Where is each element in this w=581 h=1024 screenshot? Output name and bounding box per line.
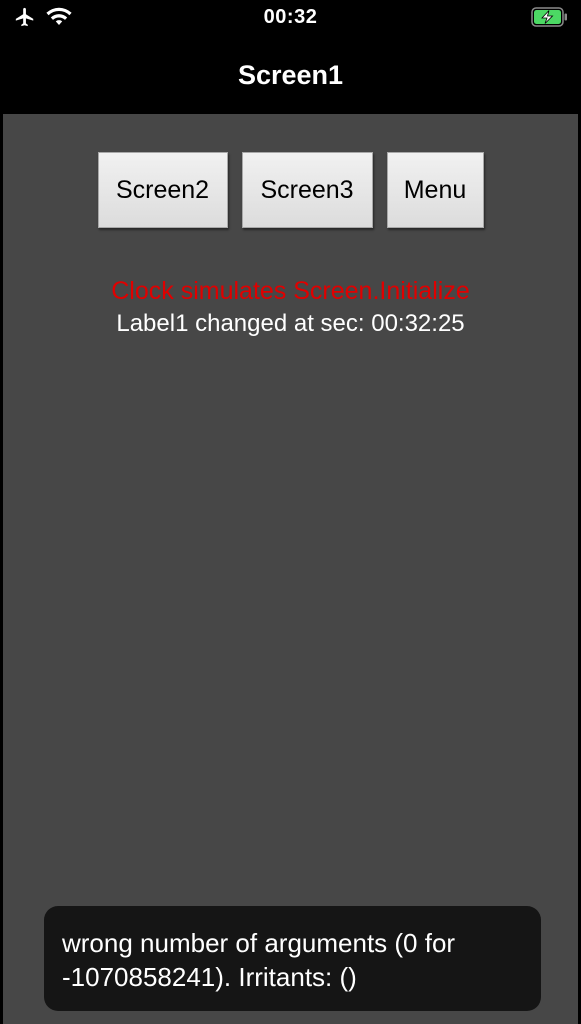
- status-time: 00:32: [263, 6, 318, 28]
- button-row: Screen2 Screen3 Menu: [3, 152, 578, 228]
- status-bar: 00:32: [0, 0, 581, 36]
- screen2-button[interactable]: Screen2: [97, 152, 228, 228]
- clock-label: Clock simulates Screen.Initialize: [111, 277, 470, 305]
- error-toast: wrong number of arguments (0 for -107085…: [44, 906, 541, 1011]
- menu-button[interactable]: Menu: [386, 152, 484, 228]
- app-screen: 00:32 Screen1 Screen2 Screen3 Menu Clock…: [0, 0, 581, 1024]
- screen-content: Screen2 Screen3 Menu Clock simulates Scr…: [3, 114, 578, 1024]
- label1: Label1 changed at sec: 00:32:25: [116, 310, 465, 337]
- battery-charging-icon: [531, 7, 569, 27]
- navigation-bar: Screen1: [0, 36, 581, 114]
- page-title: Screen1: [237, 59, 344, 90]
- screen3-button[interactable]: Screen3: [241, 152, 373, 228]
